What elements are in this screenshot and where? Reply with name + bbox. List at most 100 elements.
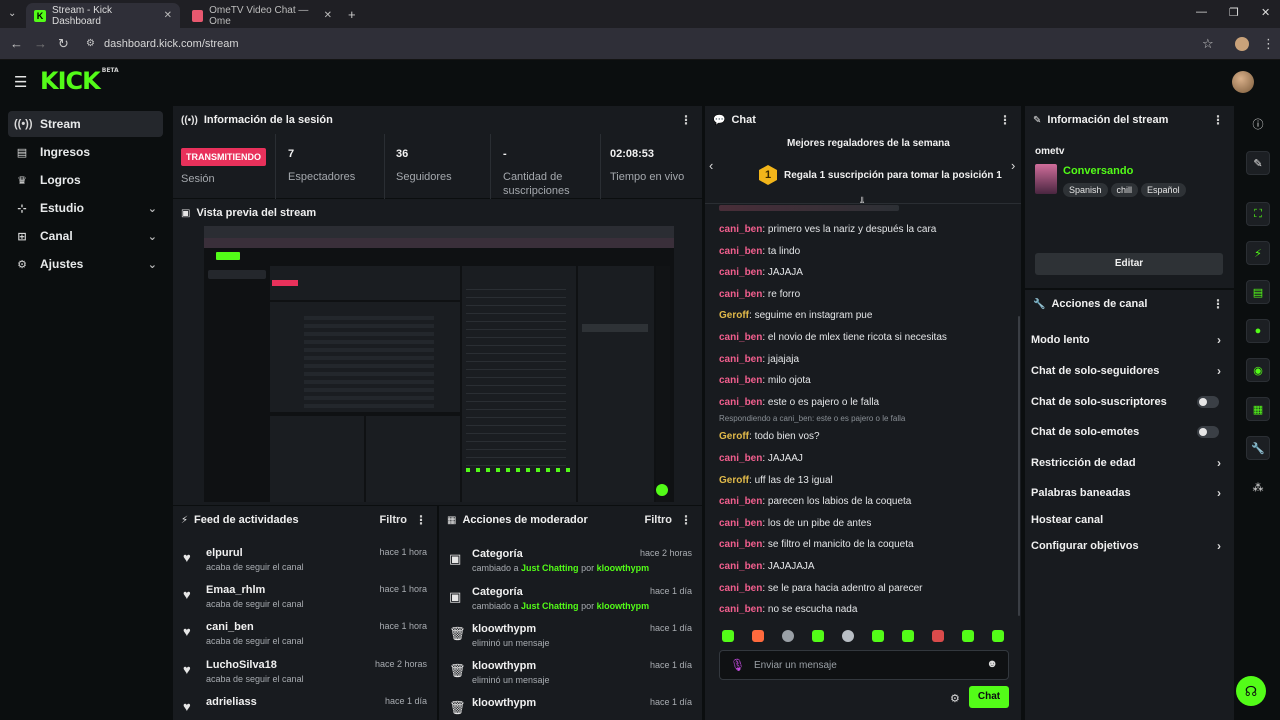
list-item[interactable]: ♥ LuchoSilva18 acaba de seguir el canal … — [173, 654, 437, 691]
send-chat-button[interactable]: Chat — [969, 686, 1009, 708]
emote-icon[interactable] — [842, 630, 854, 642]
sidebar-item-ingresos[interactable]: ▤ Ingresos — [8, 139, 163, 165]
chat-username[interactable]: cani_ben — [719, 583, 762, 594]
help-support-button[interactable]: ☊ — [1236, 676, 1266, 706]
action-configurar-objetivos[interactable]: Configurar objetivos › — [1031, 535, 1221, 557]
action-solo-suscriptores[interactable]: Chat de solo-suscriptores — [1031, 391, 1221, 413]
emote-icon[interactable] — [932, 630, 944, 642]
reload-icon[interactable]: ↻ — [58, 36, 69, 52]
address-bar[interactable]: dashboard.kick.com/stream — [104, 38, 239, 50]
chat-username[interactable]: cani_ben — [719, 561, 762, 572]
emoji-icon[interactable]: ☻ — [986, 658, 998, 670]
action-solo-seguidores[interactable]: Chat de solo-seguidores › — [1031, 360, 1221, 382]
browser-tab-kick[interactable]: K Stream - Kick Dashboard ✕ — [26, 3, 180, 28]
action-modo-lento[interactable]: Modo lento › — [1031, 329, 1221, 351]
more-options-icon[interactable]: ⋮ — [680, 113, 692, 127]
chat-message[interactable]: Geroff: seguime en instagram pue — [719, 310, 872, 321]
pencil-icon[interactable]: ✎ — [1246, 151, 1270, 175]
chat-message[interactable]: cani_ben: ta lindo — [719, 246, 800, 257]
chat-message[interactable]: Geroff: todo bien vos? — [719, 431, 820, 442]
list-item[interactable]: ♥ adrieliass hace 1 día — [173, 691, 437, 720]
sidebar-item-canal[interactable]: ⊞ Canal ⌄ — [8, 223, 163, 249]
chevron-right-icon[interactable]: › — [1011, 158, 1015, 173]
sidebar-item-estudio[interactable]: ⊹ Estudio ⌄ — [8, 195, 163, 221]
chat-message[interactable]: cani_ben: se le para hacia adentro al pa… — [719, 583, 922, 594]
emote-icon[interactable] — [782, 630, 794, 642]
lightning-icon[interactable]: ⚡ — [1246, 241, 1270, 265]
minimize-icon[interactable]: — — [1196, 6, 1207, 18]
list-item[interactable]: ♥ elpurul acaba de seguir el canal hace … — [173, 542, 437, 579]
hamburger-menu-icon[interactable]: ☰ — [14, 73, 27, 91]
chat-message[interactable]: cani_ben: primero ves la nariz y después… — [719, 224, 936, 235]
more-options-icon[interactable]: ⋮ — [1212, 297, 1224, 311]
action-solo-emotes[interactable]: Chat de solo-emotes — [1031, 421, 1221, 443]
chat-message[interactable]: cani_ben: se filtro el manicito de la co… — [719, 539, 914, 550]
emote-icon[interactable] — [722, 630, 734, 642]
site-info-icon[interactable]: ⚙ — [86, 38, 95, 49]
user-avatar[interactable] — [1232, 71, 1254, 93]
tab-search-icon[interactable]: ⌄ — [8, 8, 16, 19]
chat-bubble-icon[interactable]: ● — [1246, 319, 1270, 343]
chat-username[interactable]: cani_ben — [719, 354, 762, 365]
forward-icon[interactable]: → — [34, 36, 47, 51]
more-options-icon[interactable]: ⋮ — [680, 513, 692, 527]
chat-username[interactable]: cani_ben — [719, 397, 762, 408]
toggle-switch[interactable] — [1197, 426, 1219, 438]
sidebar-item-stream[interactable]: ((•)) Stream — [8, 111, 163, 137]
chat-message[interactable]: cani_ben: re forro — [719, 289, 800, 300]
document-icon[interactable]: ▤ — [1246, 280, 1270, 304]
sidebar-item-logros[interactable]: ♛ Logros — [8, 167, 163, 193]
new-tab-icon[interactable]: + — [348, 7, 356, 22]
chat-message[interactable]: Geroff: uff las de 13 igual — [719, 475, 833, 486]
chat-message[interactable]: cani_ben: los de un pibe de antes — [719, 518, 871, 529]
chat-message[interactable]: cani_ben: jajajaja — [719, 354, 799, 365]
chat-username[interactable]: Geroff — [719, 310, 749, 321]
browser-menu-icon[interactable]: ⋮ — [1262, 36, 1275, 52]
chat-message[interactable]: cani_ben: el novio de mlex tiene ricota … — [719, 332, 947, 343]
chat-username[interactable]: cani_ben — [719, 332, 762, 343]
tag[interactable]: Español — [1141, 183, 1186, 197]
chat-username[interactable]: Geroff — [719, 475, 749, 486]
chat-username[interactable]: cani_ben — [719, 496, 762, 507]
action-restriccion-edad[interactable]: Restricción de edad › — [1031, 452, 1221, 474]
chat-message[interactable]: cani_ben: JAJAAJ — [719, 453, 803, 464]
chat-scrollbar[interactable] — [1018, 316, 1020, 616]
list-item[interactable]: ▣ Categoría cambiado a Just Chatting por… — [439, 581, 702, 618]
list-item[interactable]: 🗑 kloowthypm eliminó un mensaje hace 1 d… — [439, 655, 702, 692]
more-options-icon[interactable]: ⋮ — [415, 513, 427, 527]
browser-tab-ometv[interactable]: OmeTV Video Chat — Ome ✕ — [184, 3, 340, 28]
calendar-icon[interactable]: ▦ — [1246, 397, 1270, 421]
sidebar-item-ajustes[interactable]: ⚙ Ajustes ⌄ — [8, 251, 163, 277]
more-options-icon[interactable]: ⋮ — [999, 113, 1011, 127]
emote-icon[interactable] — [872, 630, 884, 642]
emote-icon[interactable] — [812, 630, 824, 642]
chat-username[interactable]: cani_ben — [719, 453, 762, 464]
list-item[interactable]: ♥ cani_ben acaba de seguir el canal hace… — [173, 616, 437, 653]
chat-username[interactable]: cani_ben — [719, 267, 762, 278]
emote-icon[interactable] — [752, 630, 764, 642]
widgets-icon[interactable]: ⁂ — [1246, 475, 1270, 499]
chat-message[interactable]: cani_ben: no se escucha nada — [719, 604, 857, 615]
chat-message[interactable]: cani_ben: JAJAJAJA — [719, 561, 815, 572]
info-icon[interactable]: ⓘ — [1246, 112, 1270, 136]
microphone-icon[interactable]: 🎙 — [730, 658, 745, 672]
chat-username[interactable]: Geroff — [719, 431, 749, 442]
bookmark-star-icon[interactable]: ☆ — [1202, 36, 1214, 52]
chat-message[interactable]: cani_ben: parecen los labios de la coque… — [719, 496, 911, 507]
chat-username[interactable]: cani_ben — [719, 375, 762, 386]
broadcast-icon[interactable]: ◉ — [1246, 358, 1270, 382]
action-palabras-baneadas[interactable]: Palabras baneadas › — [1031, 482, 1221, 504]
filter-button[interactable]: Filtro — [380, 514, 408, 526]
list-item[interactable]: ♥ Emaa_rhlm acaba de seguir el canal hac… — [173, 579, 437, 616]
chat-username[interactable]: cani_ben — [719, 604, 762, 615]
edit-button[interactable]: Editar — [1035, 253, 1223, 275]
list-item[interactable]: ▣ Categoría cambiado a Just Chatting por… — [439, 543, 702, 580]
more-options-icon[interactable]: ⋮ — [1212, 113, 1224, 127]
chat-username[interactable]: cani_ben — [719, 518, 762, 529]
list-item[interactable]: 🗑 kloowthypm hace 1 día — [439, 692, 702, 720]
tag[interactable]: Spanish — [1063, 183, 1108, 197]
emote-icon[interactable] — [962, 630, 974, 642]
chat-message[interactable]: cani_ben: JAJAJA — [719, 267, 803, 278]
stream-preview-video[interactable] — [204, 226, 674, 502]
back-icon[interactable]: ← — [10, 36, 23, 51]
